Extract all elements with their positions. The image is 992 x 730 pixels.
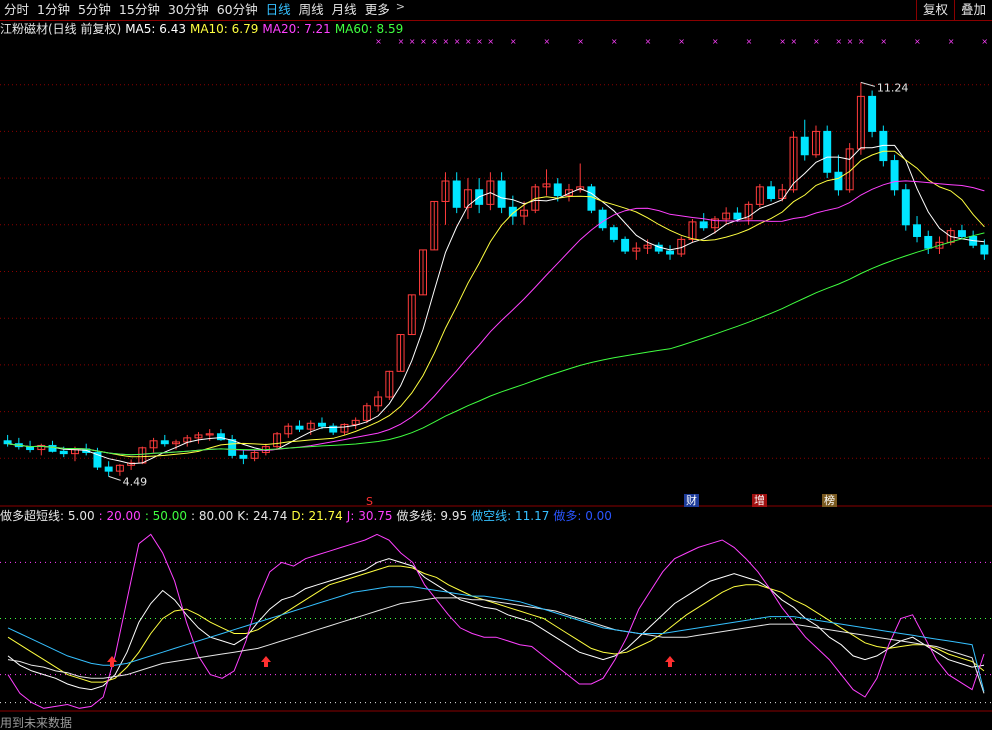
top-signal-mark: × <box>442 37 449 46</box>
event-list-marker[interactable]: 榜 <box>822 494 837 507</box>
candle-body <box>452 180 461 208</box>
candle-body <box>295 425 304 430</box>
top-signal-mark: × <box>813 37 820 46</box>
long-line <box>7 597 985 694</box>
d-value: D: 21.74 <box>291 509 343 523</box>
candle-body <box>800 136 809 156</box>
top-signal-mark: × <box>791 37 798 46</box>
param-20: : 20.00 <box>98 509 141 523</box>
candle-body <box>901 189 910 226</box>
j-line <box>7 533 985 709</box>
candle-body <box>913 224 922 237</box>
low-price-label: 4.49 <box>123 475 148 488</box>
short-line-value: 做空线: 11.17 <box>471 509 550 523</box>
candle-body <box>598 209 607 229</box>
d-line <box>7 565 985 683</box>
long-line-value: 做多线: 9.95 <box>396 509 468 523</box>
top-signal-mark: × <box>712 37 719 46</box>
candle-body <box>239 454 248 459</box>
top-signal-mark: × <box>454 37 461 46</box>
ma60-line <box>7 232 985 456</box>
top-signal-mark: × <box>746 37 753 46</box>
indicator-legend: 做多超短线 : 5.00 : 20.00 : 50.00 : 80.00 K: … <box>0 508 616 524</box>
top-signal-mark: × <box>835 37 842 46</box>
j-value: J: 30.75 <box>346 509 393 523</box>
param-80: : 80.00 <box>191 509 234 523</box>
top-signal-mark: × <box>779 37 786 46</box>
top-signal-mark: × <box>858 37 865 46</box>
candle-body <box>59 450 68 455</box>
k-value: K: 24.74 <box>237 509 288 523</box>
candle-body <box>48 444 57 452</box>
candle-body <box>957 230 966 237</box>
event-increase-marker[interactable]: 增 <box>752 494 767 507</box>
candle-body <box>317 422 326 427</box>
top-signal-mark: × <box>544 37 551 46</box>
high-price-label: 11.24 <box>877 81 909 94</box>
buy-arrow-icon <box>261 656 271 667</box>
candle-body <box>980 244 989 255</box>
top-signal-mark: × <box>409 37 416 46</box>
event-s-marker[interactable]: S <box>364 495 375 508</box>
candle-body <box>733 212 742 220</box>
ma10-line <box>7 150 985 458</box>
candle-body <box>767 186 776 200</box>
candle-body <box>924 235 933 249</box>
top-signal-mark: × <box>476 37 483 46</box>
top-signal-mark: × <box>465 37 472 46</box>
top-signal-mark: × <box>981 37 988 46</box>
candle-body <box>228 439 237 456</box>
candle-body <box>553 183 562 197</box>
top-signal-mark: × <box>948 37 955 46</box>
candle-body <box>216 433 225 441</box>
kline-chart[interactable]: 11.24 4.49 × × × × × × × × × × × × × × × × × × × × × × × × × × × × <box>0 0 992 730</box>
top-signal-mark: × <box>914 37 921 46</box>
candle-body <box>834 171 843 191</box>
low-pointer <box>108 475 121 481</box>
candle-body <box>104 466 113 472</box>
short-line <box>7 586 985 692</box>
top-signal-mark: × <box>577 37 584 46</box>
candle-body <box>160 440 169 445</box>
candle-body <box>868 95 877 132</box>
candle-body <box>823 130 832 173</box>
ma5-line <box>7 144 985 465</box>
candle-body <box>890 160 899 191</box>
param-5: : 5.00 <box>60 509 95 523</box>
top-signal-mark: × <box>510 37 517 46</box>
top-signal-mark: × <box>645 37 652 46</box>
top-signal-mark: × <box>880 37 887 46</box>
future-data-hint: 用到未来数据 <box>0 716 73 730</box>
event-finance-marker[interactable]: 财 <box>684 494 699 507</box>
top-signal-mark: × <box>678 37 685 46</box>
candle-body <box>587 186 596 211</box>
candle-body <box>609 227 618 240</box>
top-signal-mark: × <box>487 37 494 46</box>
buy-arrow-icon <box>665 656 675 667</box>
candle-body <box>621 238 630 252</box>
signal-value: 做多: 0.00 <box>553 509 612 523</box>
top-signal-mark: × <box>611 37 618 46</box>
candle-body <box>699 221 708 229</box>
param-50: : 50.00 <box>144 509 188 523</box>
top-signal-mark: × <box>398 37 405 46</box>
top-signal-mark: × <box>375 37 382 46</box>
top-signal-mark: × <box>420 37 427 46</box>
indicator-name[interactable]: 做多超短线 <box>0 508 60 524</box>
top-signal-mark: × <box>431 37 438 46</box>
candle-body <box>3 440 12 445</box>
top-signal-mark: × <box>847 37 854 46</box>
candle-body <box>497 180 506 208</box>
candle-body <box>666 250 675 255</box>
